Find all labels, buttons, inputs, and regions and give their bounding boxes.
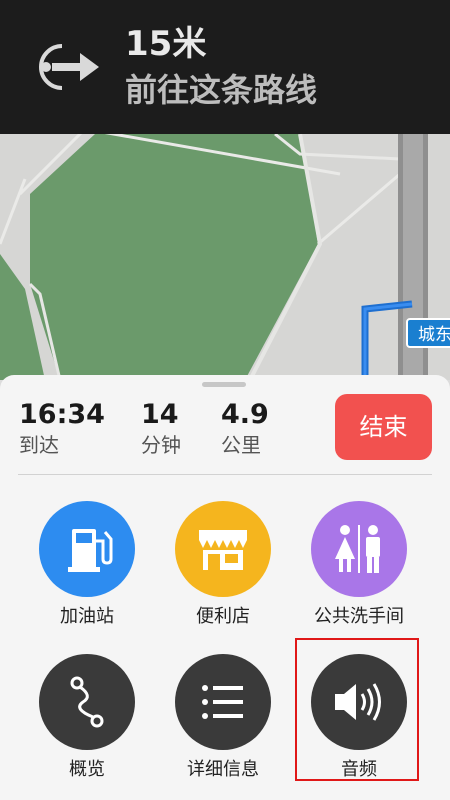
overview-action[interactable]: 概览 bbox=[22, 654, 152, 782]
convenience-store-icon bbox=[199, 530, 247, 570]
maneuver-distance: 15米 bbox=[125, 24, 207, 64]
road-label: 城东 bbox=[406, 318, 450, 348]
audio-highlight-box bbox=[295, 638, 419, 781]
arrival-time: 16:34 bbox=[19, 399, 105, 430]
maneuver-instruction: 前往这条路线 bbox=[125, 71, 318, 109]
details-button[interactable] bbox=[175, 654, 271, 750]
navigation-banner: 15米 前往这条路线 bbox=[0, 0, 450, 134]
divider bbox=[18, 474, 432, 475]
list-icon bbox=[202, 685, 243, 719]
duration-stat: 14 分钟 bbox=[141, 399, 181, 459]
restroom-icon bbox=[335, 525, 380, 573]
convenience-store-label: 便利店 bbox=[196, 606, 250, 627]
gas-station-label: 加油站 bbox=[60, 606, 114, 627]
overview-label: 概览 bbox=[69, 759, 105, 780]
duration-value: 14 bbox=[141, 399, 179, 430]
restroom-action[interactable]: 公共洗手间 bbox=[294, 501, 424, 629]
exit-arrow-icon bbox=[39, 44, 99, 90]
map-view[interactable] bbox=[0, 134, 450, 380]
gas-station-button[interactable] bbox=[39, 501, 135, 597]
arrival-stat: 16:34 到达 bbox=[19, 399, 105, 459]
convenience-store-action[interactable]: 便利店 bbox=[158, 501, 288, 629]
restroom-label: 公共洗手间 bbox=[314, 606, 404, 627]
distance-stat: 4.9 公里 bbox=[221, 399, 269, 459]
arrival-label: 到达 bbox=[19, 433, 59, 457]
gas-station-icon bbox=[68, 529, 113, 572]
distance-value: 4.9 bbox=[221, 399, 269, 430]
duration-label: 分钟 bbox=[141, 433, 181, 457]
sheet-grabber[interactable] bbox=[202, 382, 246, 387]
gas-station-action[interactable]: 加油站 bbox=[22, 501, 152, 629]
restroom-button[interactable] bbox=[311, 501, 407, 597]
route-overview-icon bbox=[70, 676, 104, 728]
convenience-store-button[interactable] bbox=[175, 501, 271, 597]
map-canvas bbox=[0, 134, 450, 380]
distance-label: 公里 bbox=[221, 433, 261, 457]
end-route-button[interactable]: 结束 bbox=[335, 394, 432, 460]
overview-button[interactable] bbox=[39, 654, 135, 750]
details-label: 详细信息 bbox=[187, 759, 259, 780]
details-action[interactable]: 详细信息 bbox=[158, 654, 288, 782]
